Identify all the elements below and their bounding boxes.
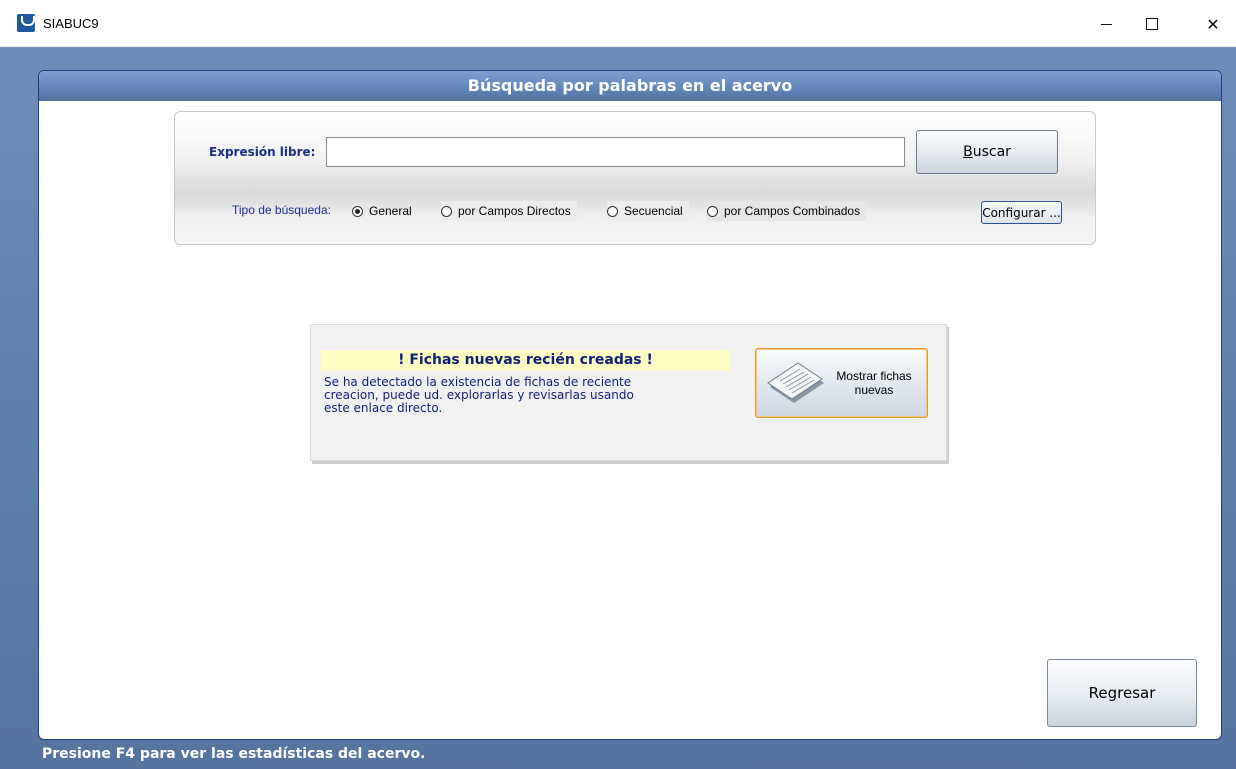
buscar-label: uscar — [972, 144, 1011, 160]
minimize-button[interactable] — [1083, 9, 1129, 39]
expression-label: Expresión libre: — [209, 145, 316, 159]
maximize-button[interactable] — [1129, 9, 1175, 39]
show-new-records-button[interactable]: Mostrar fichas nuevas — [755, 348, 928, 418]
minimize-icon — [1100, 23, 1112, 25]
radio-campos-directos-label: por Campos Directos — [458, 204, 571, 218]
new-records-notice: ! Fichas nuevas recién creadas ! Se ha d… — [310, 324, 947, 461]
radio-campos-directos[interactable]: por Campos Directos — [441, 201, 577, 221]
document-icon — [767, 362, 824, 403]
siabuc-logo-icon — [17, 14, 35, 32]
panel-header: Búsqueda por palabras en el acervo — [39, 71, 1221, 101]
new-records-description: Se ha detectado la existencia de fichas … — [324, 376, 724, 415]
window-title: SIABUC9 — [43, 16, 99, 31]
description-line: este enlace directo. — [324, 401, 443, 415]
window-title-bar[interactable]: SIABUC9 ✕ — [0, 0, 1236, 47]
regresar-button[interactable]: Regresar — [1047, 659, 1197, 727]
buscar-accelerator: B — [963, 144, 973, 160]
search-type-label: Tipo de búsqueda: — [232, 203, 331, 217]
radio-general[interactable]: General — [352, 201, 418, 221]
maximize-icon — [1146, 18, 1158, 30]
search-panel: Búsqueda por palabras en el acervo Expre… — [38, 70, 1222, 740]
close-icon: ✕ — [1206, 14, 1220, 34]
status-bar-text: Presione F4 para ver las estadísticas de… — [42, 746, 426, 762]
radio-secuencial[interactable]: Secuencial — [607, 201, 689, 221]
radio-unselected-icon — [441, 205, 452, 217]
search-type-row: Tipo de búsqueda: General por Campos Dir… — [175, 201, 935, 221]
show-new-records-label: Mostrar fichas nuevas — [826, 369, 922, 397]
show-new-records-label-line: nuevas — [854, 383, 894, 397]
radio-campos-combinados-label: por Campos Combinados — [724, 204, 861, 218]
radio-campos-combinados[interactable]: por Campos Combinados — [707, 201, 867, 221]
radio-unselected-icon — [707, 205, 718, 217]
close-button[interactable]: ✕ — [1190, 9, 1236, 39]
show-new-records-label-line: Mostrar fichas — [836, 369, 912, 383]
search-box: Expresión libre: Buscar Tipo de búsqueda… — [174, 111, 1096, 245]
configurar-button[interactable]: Configurar ... — [981, 201, 1062, 224]
new-records-title: ! Fichas nuevas recién creadas ! — [321, 350, 730, 371]
radio-selected-icon — [352, 205, 363, 217]
radio-secuencial-label: Secuencial — [624, 204, 683, 218]
radio-unselected-icon — [607, 205, 618, 217]
expression-input[interactable] — [326, 137, 905, 167]
radio-general-label: General — [369, 204, 412, 218]
buscar-button[interactable]: Buscar — [916, 130, 1058, 174]
